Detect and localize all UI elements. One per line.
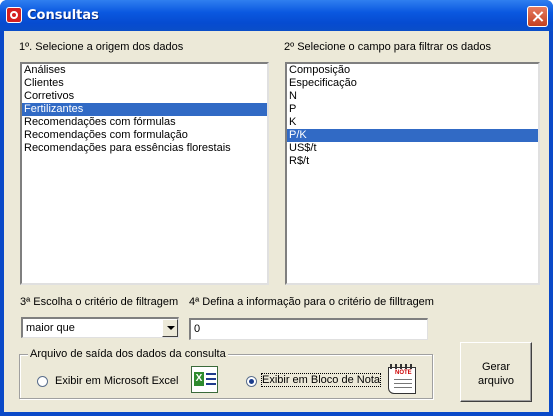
note-line: [394, 383, 412, 384]
origem-label: 1º. Selecione a origem dos dados: [19, 41, 184, 53]
excel-x-icon: X: [194, 372, 204, 386]
list-item[interactable]: Composição: [287, 64, 538, 77]
bloco-option-label[interactable]: Exibir em Bloco de Nota: [261, 373, 381, 387]
list-item[interactable]: US$/t: [287, 142, 538, 155]
campo-label: 2º Selecione o campo para filtrar os dad…: [284, 41, 492, 53]
list-item[interactable]: Especificação: [287, 77, 538, 90]
window-title: Consultas: [27, 8, 99, 23]
title-bar[interactable]: Consultas: [0, 0, 553, 31]
app-icon: [6, 7, 22, 23]
note-rings: [390, 364, 412, 369]
notepad-icon: NOTE: [386, 364, 420, 395]
gerar-label: Gerar arquivo: [461, 360, 531, 388]
excel-radio[interactable]: [37, 376, 48, 387]
informacao-input[interactable]: 0: [189, 318, 428, 340]
list-item[interactable]: Recomendações com formulação: [22, 129, 267, 142]
gerar-line1: Gerar: [481, 361, 511, 373]
criterio-select[interactable]: maior que: [21, 317, 179, 338]
excel-option-label[interactable]: Exibir em Microsoft Excel: [55, 375, 178, 387]
consultas-window: Consultas 1º. Selecione a origem dos dad…: [0, 0, 553, 416]
note-paper: NOTE: [388, 367, 416, 394]
bloco-radio[interactable]: [246, 376, 257, 387]
criterio-label: 3ª Escolha o critério de filtragem: [20, 296, 179, 308]
campo-listbox[interactable]: Composição Especificação N P K P/K US$/t…: [285, 62, 540, 285]
excel-line: [206, 378, 216, 380]
note-line: [394, 379, 412, 380]
list-item[interactable]: P: [287, 103, 538, 116]
excel-icon: X: [191, 366, 218, 393]
dialog-body: 1º. Selecione a origem dos dados Análise…: [4, 31, 549, 412]
list-item[interactable]: R$/t: [287, 155, 538, 168]
list-item[interactable]: K: [287, 116, 538, 129]
list-item[interactable]: N: [287, 90, 538, 103]
criterio-value: maior que: [26, 322, 75, 334]
note-line: [394, 387, 412, 388]
gerar-arquivo-button[interactable]: Gerar arquivo: [460, 342, 532, 402]
list-item[interactable]: Análises: [22, 64, 267, 77]
gerar-line2: arquivo: [477, 375, 515, 387]
list-item-selected[interactable]: Fertilizantes: [22, 103, 267, 116]
chevron-down-icon[interactable]: [162, 319, 178, 337]
informacao-label: 4ª Defina a informação para o critério d…: [189, 296, 434, 308]
saida-legend: Arquivo de saída dos dados da consulta: [28, 348, 228, 360]
origem-listbox[interactable]: Análises Clientes Corretivos Fertilizant…: [20, 62, 269, 285]
close-button[interactable]: [527, 6, 548, 27]
excel-line: [206, 373, 216, 375]
list-item[interactable]: Recomendações para essências florestais: [22, 142, 267, 155]
list-item-selected[interactable]: P/K: [287, 129, 538, 142]
excel-line: [206, 383, 216, 385]
list-item[interactable]: Clientes: [22, 77, 267, 90]
list-item[interactable]: Corretivos: [22, 90, 267, 103]
note-heading: NOTE: [395, 370, 412, 376]
informacao-value: 0: [194, 323, 201, 335]
list-item[interactable]: Recomendações com fórmulas: [22, 116, 267, 129]
